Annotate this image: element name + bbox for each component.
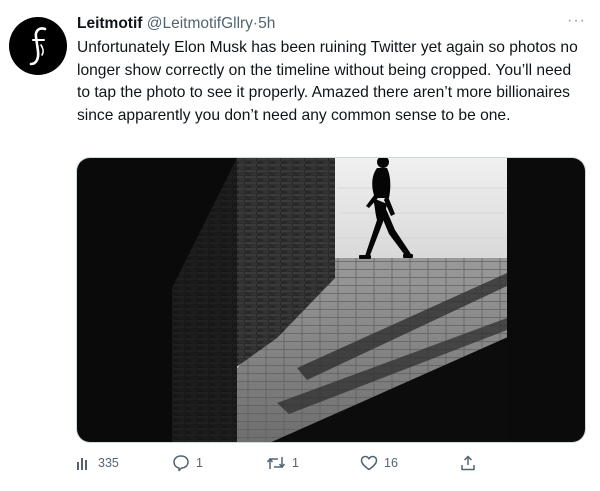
tweet[interactable]: Leitmotif @LeitmotifGllry·5h ··· Unfortu… xyxy=(0,0,600,491)
avatar[interactable] xyxy=(9,17,67,75)
timestamp[interactable]: 5h xyxy=(258,15,275,32)
retweet-button[interactable]: 1 xyxy=(266,452,299,474)
views-chart-icon xyxy=(77,458,87,470)
photo-image xyxy=(77,158,585,442)
tweet-photo[interactable] xyxy=(76,157,586,443)
like-button[interactable]: 16 xyxy=(360,452,398,474)
tweet-text: Unfortunately Elon Musk has been ruining… xyxy=(77,37,587,127)
share-icon xyxy=(461,455,475,471)
tweet-header: Leitmotif @LeitmotifGllry·5h xyxy=(77,14,275,34)
more-options-icon[interactable]: ··· xyxy=(567,12,586,30)
display-name[interactable]: Leitmotif xyxy=(77,15,142,32)
reply-button[interactable]: 1 xyxy=(172,452,203,474)
reply-icon xyxy=(173,455,189,472)
reply-count: 1 xyxy=(196,456,203,470)
like-count: 16 xyxy=(384,456,398,470)
share-button[interactable] xyxy=(459,452,477,474)
heart-icon xyxy=(360,455,378,471)
retweet-icon xyxy=(266,457,286,469)
tweet-actions: 335 1 1 16 xyxy=(76,452,576,476)
views-button[interactable]: 335 xyxy=(76,452,119,474)
leitmotif-logo-icon xyxy=(29,27,47,66)
retweet-count: 1 xyxy=(292,456,299,470)
views-count: 335 xyxy=(98,456,119,470)
user-handle[interactable]: @LeitmotifGllry xyxy=(147,15,253,32)
tweet-text-body: Unfortunately Elon Musk has been ruining… xyxy=(77,39,578,124)
